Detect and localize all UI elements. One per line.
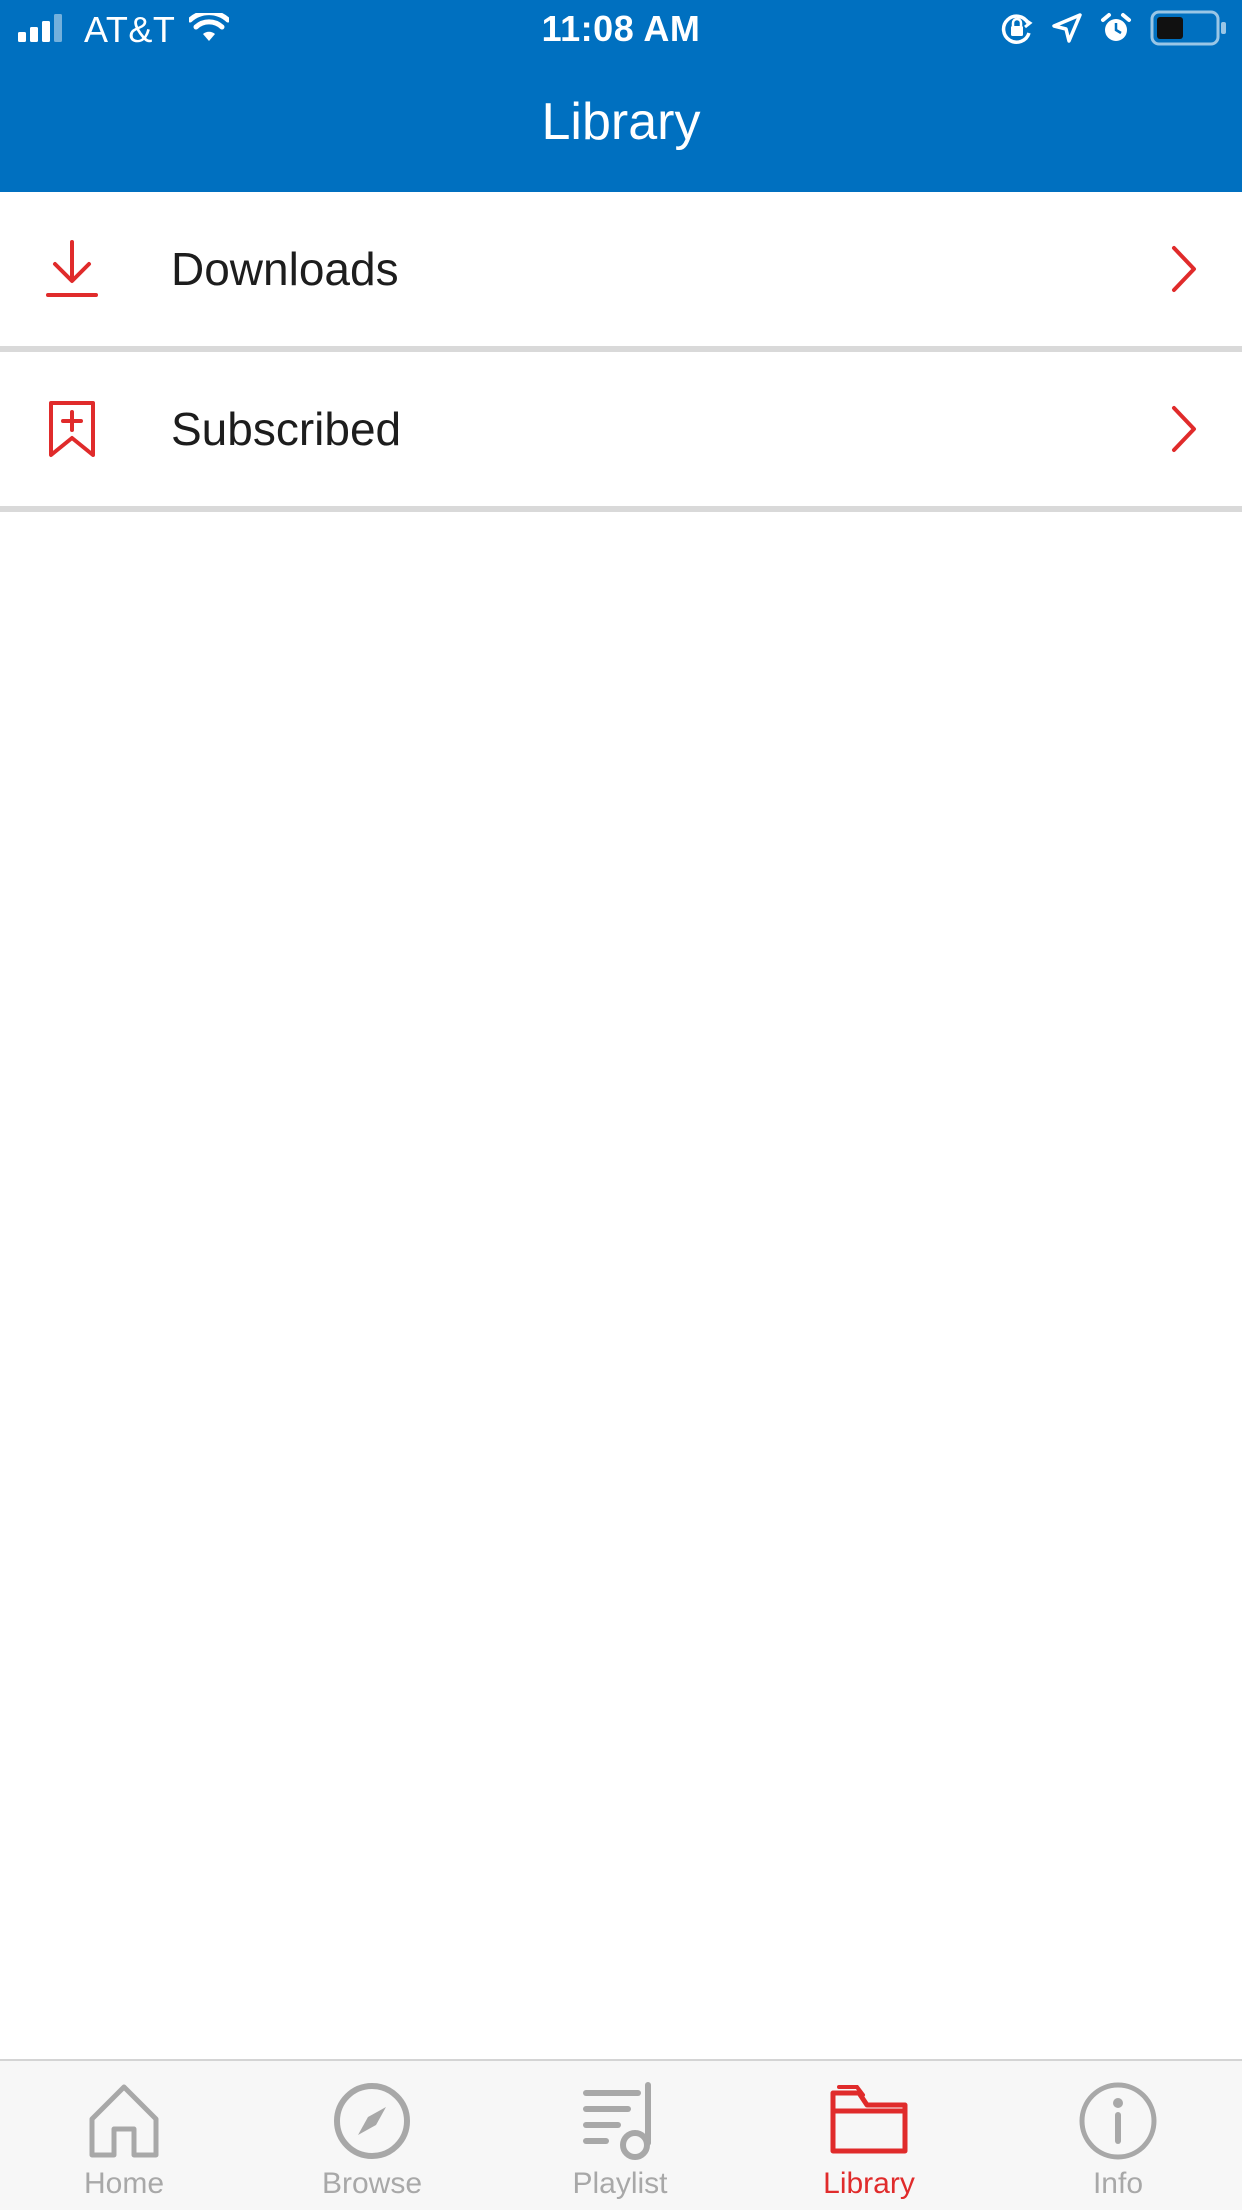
downloads-row[interactable]: Downloads bbox=[0, 192, 1242, 352]
subscribed-row[interactable]: Subscribed bbox=[0, 352, 1242, 512]
tab-label-playlist: Playlist bbox=[572, 2167, 668, 2200]
library-list: Downloads Subscribed bbox=[0, 192, 1242, 512]
bookmark-plus-icon bbox=[46, 400, 98, 458]
status-right bbox=[1000, 10, 1228, 50]
app-header: AT&T 11:08 AM Library bbox=[0, 0, 1242, 192]
downloads-label: Downloads bbox=[171, 243, 399, 295]
compass-icon bbox=[330, 2079, 414, 2163]
info-icon bbox=[1076, 2079, 1160, 2163]
tab-home[interactable]: Home bbox=[0, 2061, 248, 2210]
tab-label-home: Home bbox=[83, 2167, 165, 2200]
chevron-right-icon bbox=[1170, 245, 1198, 293]
location-icon bbox=[1052, 12, 1082, 48]
home-icon bbox=[82, 2079, 166, 2163]
tab-library[interactable]: Library bbox=[745, 2061, 993, 2210]
subscribed-label: Subscribed bbox=[171, 403, 402, 455]
folder-icon bbox=[827, 2079, 911, 2163]
playlist-icon bbox=[578, 2079, 662, 2163]
tab-label-info: Info bbox=[1092, 2167, 1144, 2200]
alarm-icon bbox=[1100, 12, 1132, 49]
tab-bar: Home Browse Playlist Library Info bbox=[0, 2059, 1242, 2210]
chevron-right-icon bbox=[1170, 405, 1198, 453]
tab-browse[interactable]: Browse bbox=[248, 2061, 496, 2210]
download-icon bbox=[46, 240, 98, 298]
tab-playlist[interactable]: Playlist bbox=[496, 2061, 744, 2210]
page-title: Library bbox=[541, 93, 701, 151]
tab-label-browse: Browse bbox=[321, 2167, 423, 2200]
battery-icon bbox=[1150, 10, 1228, 51]
tab-label-library: Library bbox=[823, 2167, 915, 2200]
tab-info[interactable]: Info bbox=[994, 2061, 1242, 2210]
status-bar: AT&T 11:08 AM bbox=[0, 0, 1242, 60]
rotation-lock-icon bbox=[1000, 11, 1034, 50]
